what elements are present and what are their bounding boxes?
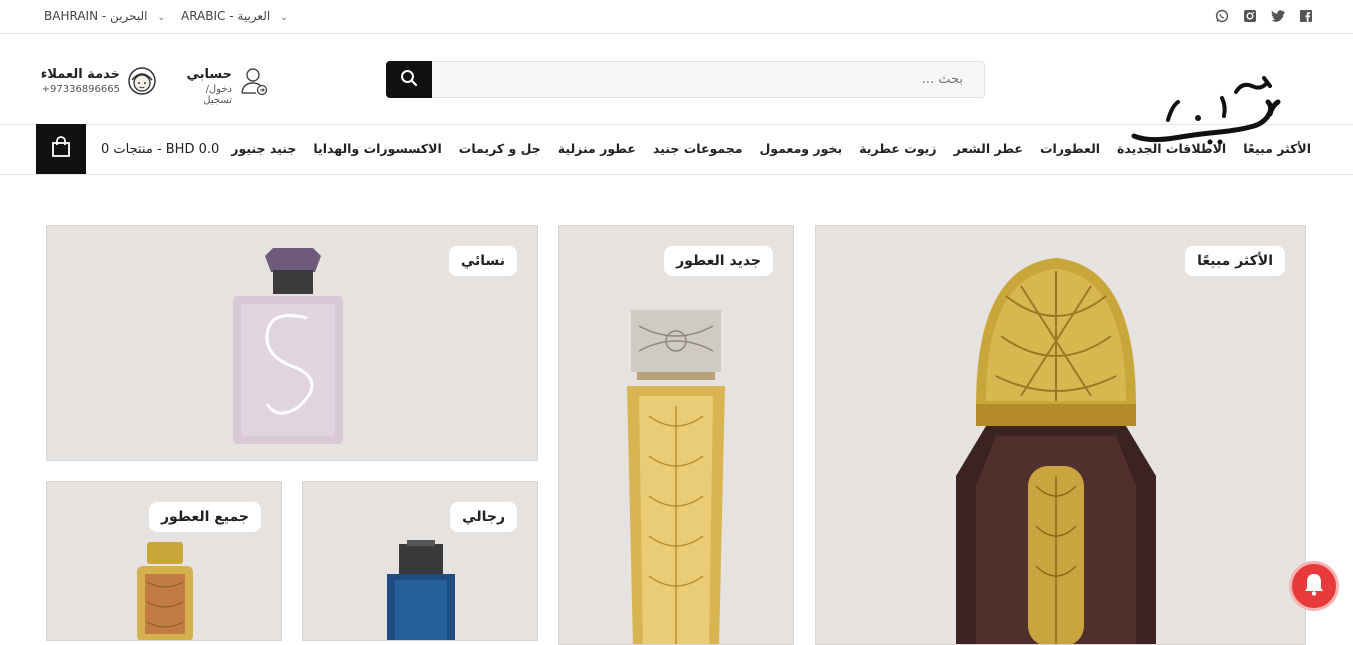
search-icon <box>400 69 418 91</box>
category-tile-all-perfumes[interactable]: جميع العطور <box>46 481 282 641</box>
support-agent-icon <box>126 65 158 101</box>
nav-item-incense[interactable]: بخور ومعمول <box>759 141 842 156</box>
category-tile-bestsellers[interactable]: الأكثر مبيعًا <box>815 225 1306 645</box>
language-selector[interactable]: ARABIC - العربية ⌄ <box>181 9 288 23</box>
category-tile-women[interactable]: نسائي <box>46 225 538 461</box>
nav-item-hair-perfume[interactable]: عطر الشعر <box>954 141 1023 156</box>
cart-summary[interactable]: 0 منتجات - BHD 0.0 <box>101 142 219 157</box>
category-tile-men[interactable]: رجالي <box>302 481 538 641</box>
main-nav: 0 منتجات - BHD 0.0 الأكثر مبيعًا الاطلاق… <box>0 124 1353 175</box>
account-link[interactable]: حسابي دخول/ تسجيل <box>174 67 274 106</box>
tile-label-new-perfumes: جديد العطور <box>664 246 773 276</box>
customer-service[interactable]: خدمة العملاء +97336896665 <box>40 67 160 95</box>
language-label: ARABIC - العربية <box>181 9 271 23</box>
twitter-icon[interactable] <box>1271 9 1285 23</box>
search-button[interactable] <box>386 61 432 98</box>
country-selector[interactable]: BAHRAIN - البحرين ⌄ <box>44 9 166 23</box>
whatsapp-icon[interactable] <box>1215 9 1229 23</box>
category-tile-new-perfumes[interactable]: جديد العطور <box>558 225 794 645</box>
chevron-down-icon: ⌄ <box>280 12 289 23</box>
bell-icon <box>1303 572 1325 600</box>
nav-item-home-fragrance[interactable]: عطور منزلية <box>558 141 636 156</box>
nav-item-collections[interactable]: مجموعات جنيد <box>653 141 743 156</box>
perfume-image <box>627 310 725 644</box>
country-label: BAHRAIN - البحرين <box>44 9 148 23</box>
nav-menu: الأكثر مبيعًا الاطلاقات الجديدة العطورات… <box>231 141 1311 156</box>
shopping-bag-icon <box>51 136 71 162</box>
notification-button[interactable] <box>1289 561 1339 611</box>
tile-label-all-perfumes: جميع العطور <box>148 502 261 532</box>
nav-item-new-releases[interactable]: الاطلاقات الجديدة <box>1117 141 1226 156</box>
cart-button[interactable] <box>36 124 86 174</box>
chevron-down-icon: ⌄ <box>157 12 166 23</box>
tile-label-bestsellers: الأكثر مبيعًا <box>1185 246 1285 276</box>
facebook-icon[interactable] <box>1299 9 1313 23</box>
search-input[interactable] <box>433 62 973 97</box>
nav-item-perfumes[interactable]: العطورات <box>1040 141 1100 156</box>
account-title: حسابي <box>186 67 232 82</box>
perfume-image <box>956 258 1156 644</box>
nav-item-perfume-oils[interactable]: زيوت عطرية <box>859 141 936 156</box>
customer-service-title: خدمة العملاء <box>40 67 120 82</box>
user-icon <box>240 65 270 101</box>
social-links <box>1215 9 1313 23</box>
tile-label-women: نسائي <box>448 246 517 276</box>
instagram-icon[interactable] <box>1243 9 1257 23</box>
nav-item-bestsellers[interactable]: الأكثر مبيعًا <box>1243 141 1311 156</box>
customer-service-phone: +97336896665 <box>41 84 120 95</box>
search-bar <box>386 61 985 98</box>
tile-label-men: رجالي <box>450 502 517 532</box>
nav-item-accessories-gifts[interactable]: الاكسسورات والهدايا <box>313 141 441 156</box>
top-bar: BAHRAIN - البحرين ⌄ ARABIC - العربية ⌄ <box>0 0 1353 34</box>
nav-item-gels-creams[interactable]: جل و كريمات <box>459 141 541 156</box>
account-subtitle: دخول/ تسجيل <box>203 84 232 106</box>
nav-item-junior[interactable]: جنيد جنيور <box>231 141 296 156</box>
